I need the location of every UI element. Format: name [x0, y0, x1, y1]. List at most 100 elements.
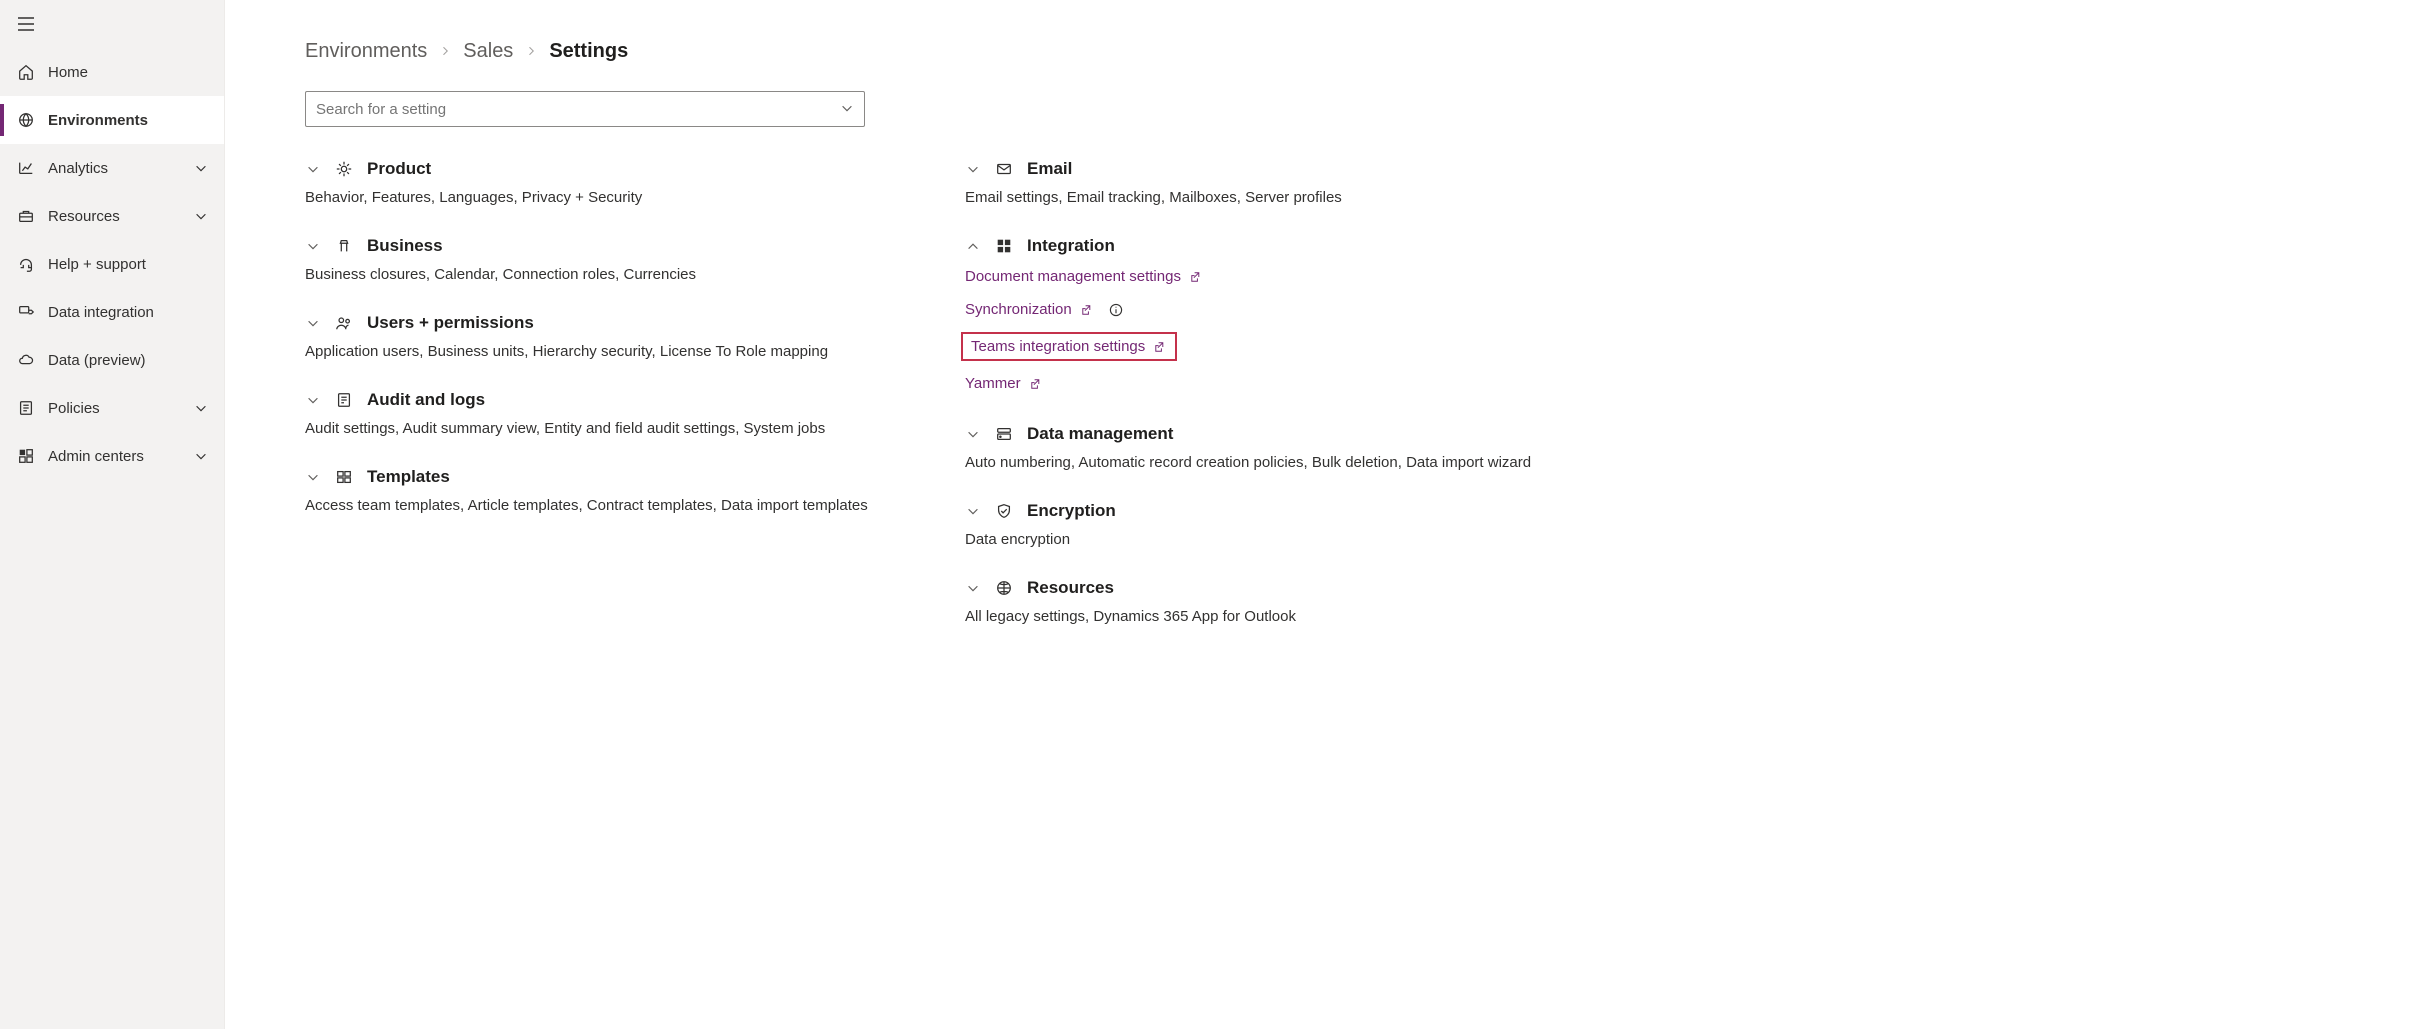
sidebar-item-data-preview[interactable]: Data (preview)	[0, 336, 224, 384]
policies-icon	[16, 398, 36, 418]
category-data-management: Data management Auto numbering, Automati…	[965, 424, 1585, 471]
search-settings-combobox[interactable]	[305, 91, 865, 127]
data-integration-icon	[16, 302, 36, 322]
sidebar-item-data-integration[interactable]: Data integration	[0, 288, 224, 336]
category-users-permissions: Users + permissions Application users, B…	[305, 313, 905, 360]
settings-column-right: Email Email settings, Email tracking, Ma…	[965, 159, 1585, 655]
sidebar-item-label: Resources	[48, 208, 194, 225]
hamburger-icon	[16, 14, 36, 34]
sidebar-item-label: Help + support	[48, 256, 208, 273]
link-label: Teams integration settings	[971, 338, 1145, 355]
sidebar-item-analytics[interactable]: Analytics	[0, 144, 224, 192]
briefcase-icon	[335, 237, 353, 255]
hamburger-menu-button[interactable]	[0, 0, 224, 48]
globe-icon	[995, 579, 1013, 597]
sidebar-item-label: Data integration	[48, 304, 208, 321]
category-subtext: Application users, Business units, Hiera…	[305, 343, 905, 360]
category-title: Email	[1027, 159, 1072, 179]
category-title: Templates	[367, 467, 450, 487]
chevron-down-icon	[965, 581, 981, 595]
sidebar-item-label: Policies	[48, 400, 194, 417]
category-subtext: Email settings, Email tracking, Mailboxe…	[965, 189, 1585, 206]
link-label: Yammer	[965, 375, 1021, 392]
link-label: Synchronization	[965, 301, 1072, 318]
link-label: Document management settings	[965, 268, 1181, 285]
cloud-icon	[16, 350, 36, 370]
category-integration: Integration Document management settings…	[965, 236, 1585, 394]
windows-icon	[995, 237, 1013, 255]
chevron-up-icon	[965, 239, 981, 253]
category-resources: Resources All legacy settings, Dynamics …	[965, 578, 1585, 625]
category-title: Integration	[1027, 236, 1115, 256]
search-input[interactable]	[316, 101, 840, 118]
chevron-down-icon	[305, 470, 321, 484]
chevron-down-icon	[194, 209, 208, 223]
chevron-down-icon	[194, 401, 208, 415]
database-icon	[995, 425, 1013, 443]
people-icon	[335, 314, 353, 332]
sidebar: Home Environments Analytics Resources He…	[0, 0, 225, 1029]
sidebar-item-label: Environments	[48, 112, 208, 129]
external-link-icon	[1029, 377, 1043, 391]
audit-icon	[335, 391, 353, 409]
sidebar-item-label: Analytics	[48, 160, 194, 177]
category-email: Email Email settings, Email tracking, Ma…	[965, 159, 1585, 206]
chevron-right-icon	[439, 40, 451, 63]
resources-icon	[16, 206, 36, 226]
shield-icon	[995, 502, 1013, 520]
sidebar-item-policies[interactable]: Policies	[0, 384, 224, 432]
sidebar-item-label: Home	[48, 64, 208, 81]
info-icon[interactable]	[1108, 302, 1124, 318]
mail-icon	[995, 160, 1013, 178]
category-subtext: Data encryption	[965, 531, 1585, 548]
link-yammer[interactable]: Yammer	[965, 373, 1047, 394]
external-link-icon	[1153, 340, 1167, 354]
category-business: Business Business closures, Calendar, Co…	[305, 236, 905, 283]
category-header-audit[interactable]: Audit and logs	[305, 390, 905, 410]
sidebar-item-help-support[interactable]: Help + support	[0, 240, 224, 288]
breadcrumb: Environments Sales Settings	[305, 40, 2363, 63]
category-subtext: Behavior, Features, Languages, Privacy +…	[305, 189, 905, 206]
chevron-down-icon	[194, 449, 208, 463]
sidebar-item-environments[interactable]: Environments	[0, 96, 224, 144]
category-header-resources[interactable]: Resources	[965, 578, 1585, 598]
category-title: Users + permissions	[367, 313, 534, 333]
category-header-templates[interactable]: Templates	[305, 467, 905, 487]
sidebar-item-label: Data (preview)	[48, 352, 208, 369]
category-encryption: Encryption Data encryption	[965, 501, 1585, 548]
category-title: Data management	[1027, 424, 1173, 444]
chevron-down-icon	[305, 162, 321, 176]
chevron-right-icon	[525, 40, 537, 63]
sidebar-item-label: Admin centers	[48, 448, 194, 465]
category-header-encryption[interactable]: Encryption	[965, 501, 1585, 521]
category-product: Product Behavior, Features, Languages, P…	[305, 159, 905, 206]
chevron-down-icon	[965, 162, 981, 176]
sidebar-item-admin-centers[interactable]: Admin centers	[0, 432, 224, 480]
chevron-down-icon	[194, 161, 208, 175]
category-header-email[interactable]: Email	[965, 159, 1585, 179]
sidebar-item-home[interactable]: Home	[0, 48, 224, 96]
category-header-product[interactable]: Product	[305, 159, 905, 179]
link-document-management-settings[interactable]: Document management settings	[965, 266, 1207, 287]
chevron-down-icon	[965, 504, 981, 518]
category-header-integration[interactable]: Integration	[965, 236, 1585, 256]
category-subtext: Audit settings, Audit summary view, Enti…	[305, 420, 905, 437]
category-header-users[interactable]: Users + permissions	[305, 313, 905, 333]
breadcrumb-environments[interactable]: Environments	[305, 40, 427, 63]
link-synchronization[interactable]: Synchronization	[965, 299, 1128, 320]
breadcrumb-sales[interactable]: Sales	[463, 40, 513, 63]
main-content: Environments Sales Settings Product Beha…	[225, 0, 2423, 1029]
chevron-down-icon	[840, 101, 854, 118]
category-header-business[interactable]: Business	[305, 236, 905, 256]
breadcrumb-settings: Settings	[549, 40, 628, 63]
globe-icon	[16, 110, 36, 130]
category-subtext: Business closures, Calendar, Connection …	[305, 266, 905, 283]
headset-icon	[16, 254, 36, 274]
link-teams-integration-settings[interactable]: Teams integration settings	[961, 332, 1177, 361]
category-subtext: Access team templates, Article templates…	[305, 497, 905, 514]
category-audit-logs: Audit and logs Audit settings, Audit sum…	[305, 390, 905, 437]
gear-icon	[335, 160, 353, 178]
category-header-data-management[interactable]: Data management	[965, 424, 1585, 444]
chevron-down-icon	[965, 427, 981, 441]
sidebar-item-resources[interactable]: Resources	[0, 192, 224, 240]
